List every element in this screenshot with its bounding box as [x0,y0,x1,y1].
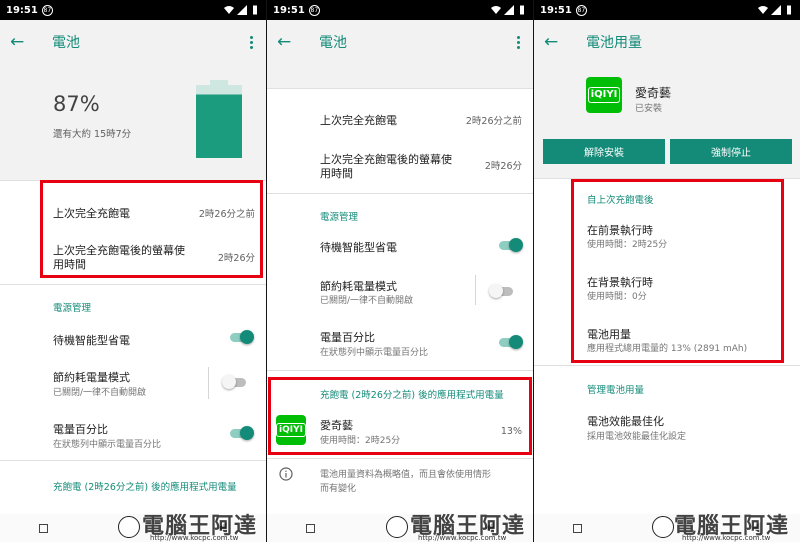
smart-battery-toggle[interactable] [228,330,254,344]
battery-percentage-label[interactable]: 電量百分比 [53,421,108,437]
battery-screen: 19:51 87 ← 電池 87% 還有大約 15時7分 上次完全充飽電 2時2… [0,0,266,542]
battery-saver-toggle[interactable] [222,375,248,389]
app-bar: ← 電池用量 [534,20,800,64]
app-bar: ← 電池 [267,20,533,64]
power-management-header: 電源管理 [53,303,92,314]
battery-percentage-toggle[interactable] [497,335,523,349]
smart-battery-label[interactable]: 待機智能型省電 [320,239,397,255]
app-icon-logo: iQIYI [587,87,621,103]
status-bar: 19:51 87 [267,0,533,20]
app-name: 愛奇藝 [635,86,672,100]
battery-status-icon [520,5,524,15]
battery-optimization-label[interactable]: 電池效能最佳化 [587,413,664,429]
smart-battery-label[interactable]: 待機智能型省電 [53,332,130,348]
smart-battery-toggle[interactable] [497,238,523,252]
recents-icon[interactable] [306,523,316,533]
battery-saver-label[interactable]: 節約耗電量模式 [53,369,130,385]
watermark-url: http://www.kocpc.com.tw [682,534,771,542]
app-usage-header: 充飽電 (2時26分之前) 後的應用程式用電量 [53,482,237,493]
battery-saver-sub: 已關閉/一律不自動開啟 [320,296,414,306]
signal-icon [504,5,514,15]
battery-percentage-label[interactable]: 電量百分比 [320,329,375,345]
watermark-mascot-icon [118,516,140,538]
uninstall-button[interactable]: 解除安裝 [543,139,665,164]
battery-percentage-sub: 在狀態列中顯示電量百分比 [320,348,429,358]
battery-screen-scrolled: 19:51 87 ← 電池 上次完全充飽電 2時26分之前 上次完全充飽電後的螢… [267,0,533,542]
battery-percentage-toggle[interactable] [228,426,254,440]
watermark-url: http://www.kocpc.com.tw [150,534,239,542]
info-text-line2: 而有變化 [320,484,357,494]
info-text-line1: 電池用量資料為概略值，而且會依使用情形 [320,470,492,480]
iqiyi-app-icon: iQIYI [586,77,622,113]
app-battery-usage-screen: 19:51 87 ← 電池用量 iQIYI 愛奇藝 已安裝 解除安裝 強制停止 … [534,0,800,542]
app-install-status: 已安裝 [635,104,663,114]
screen-usage-value: 2時26分 [484,161,522,172]
battery-status-icon [787,5,791,15]
status-bar: 19:51 87 [534,0,800,20]
battery-optimization-sub: 採用電池效能最佳化設定 [587,432,687,442]
battery-large-icon [196,80,242,158]
notification-badge: 87 [41,4,53,16]
page-title: 電池用量 [586,35,642,51]
status-time: 19:51 [273,4,305,16]
page-title: 電池 [319,35,347,51]
highlight-box [40,180,263,278]
manage-battery-header: 管理電池用量 [587,385,645,396]
last-full-charge-value: 2時26分之前 [465,116,522,127]
signal-icon [771,5,781,15]
back-arrow-icon[interactable]: ← [544,32,564,52]
wifi-icon [758,6,768,14]
back-arrow-icon[interactable]: ← [10,32,30,52]
battery-summary-remnant [267,64,533,88]
status-bar: 19:51 87 [0,0,266,20]
screen-usage-label-line2: 用時間 [320,167,353,180]
battery-status-icon [253,5,257,15]
notification-badge: 87 [308,4,320,16]
wifi-icon [224,6,234,14]
highlight-box [571,179,784,363]
watermark-mascot-icon [652,516,674,538]
battery-saver-sub: 已關閉/一律不自動開啟 [53,388,147,398]
force-stop-button[interactable]: 強制停止 [670,139,792,164]
battery-percent: 87% [53,92,100,116]
battery-percentage-sub: 在狀態列中顯示電量百分比 [53,440,162,450]
info-icon [279,467,293,481]
signal-icon [237,5,247,15]
status-time: 19:51 [6,4,38,16]
back-arrow-icon[interactable]: ← [277,32,297,52]
status-time: 19:51 [540,4,572,16]
remaining-time: 還有大約 15時7分 [53,129,132,140]
notification-badge: 87 [575,4,587,16]
wifi-icon [491,6,501,14]
watermark-mascot-icon [386,516,408,538]
battery-saver-toggle[interactable] [489,284,515,298]
page-title: 電池 [52,35,80,51]
watermark-url: http://www.kocpc.com.tw [418,534,507,542]
more-options-icon[interactable] [513,32,523,52]
power-management-header: 電源管理 [320,212,359,223]
recents-icon[interactable] [39,523,49,533]
last-full-charge-label: 上次完全充飽電 [320,114,397,127]
battery-saver-label[interactable]: 節約耗電量模式 [320,278,397,294]
highlight-box [268,377,532,455]
recents-icon[interactable] [573,523,583,533]
more-options-icon[interactable] [246,32,256,52]
app-bar: ← 電池 [0,20,266,64]
